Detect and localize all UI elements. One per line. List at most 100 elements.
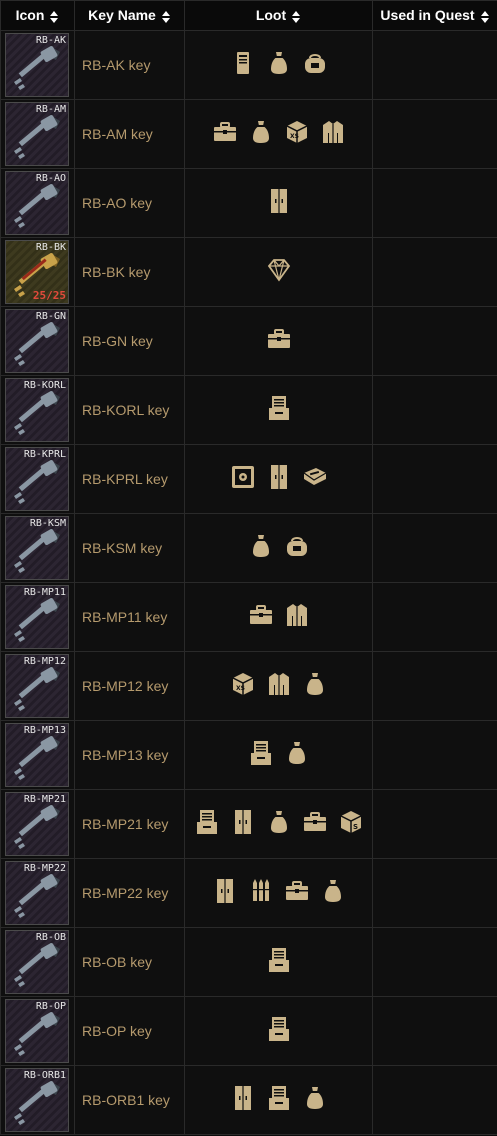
toolbox-icon[interactable] xyxy=(284,877,310,905)
file-cabinet-icon[interactable] xyxy=(266,946,292,974)
key-uses-badge: 25/25 xyxy=(32,289,66,302)
key-icon[interactable]: RB-OP xyxy=(5,999,69,1063)
used-in-quest-cell xyxy=(372,444,497,514)
key-icon[interactable]: RB-MP11 xyxy=(5,585,69,649)
sort-icon[interactable] xyxy=(50,10,59,24)
sort-icon[interactable] xyxy=(292,10,301,24)
header-loot[interactable]: Loot xyxy=(184,0,373,31)
file-cabinet-icon[interactable] xyxy=(194,808,220,836)
key-name-link[interactable]: RB-MP12 key xyxy=(74,651,185,721)
used-in-quest-cell xyxy=(372,720,497,790)
key-name-link[interactable]: RB-KORL key xyxy=(74,375,185,445)
key-icon[interactable]: RB-AM xyxy=(5,102,69,166)
key-name-link[interactable]: RB-GN key xyxy=(74,306,185,376)
key-icon-cell: RB-ORB1 xyxy=(0,1065,75,1135)
key-name-link[interactable]: RB-KPRL key xyxy=(74,444,185,514)
locker-icon[interactable] xyxy=(266,187,292,215)
toolbox-icon[interactable] xyxy=(248,601,274,629)
header-key-name[interactable]: Key Name xyxy=(74,0,185,31)
table-row: RB-MP22 RB-MP22 key xyxy=(0,858,497,928)
key-name-link[interactable]: RB-KSM key xyxy=(74,513,185,583)
key-icon[interactable]: RB-KSM xyxy=(5,516,69,580)
key-name-link[interactable]: RB-MP22 key xyxy=(74,858,185,928)
key-name-link[interactable]: RB-MP21 key xyxy=(74,789,185,859)
duffle-bag-icon[interactable] xyxy=(302,49,328,77)
weapon-box-icon[interactable] xyxy=(302,463,328,491)
header-icon[interactable]: Icon xyxy=(0,0,75,31)
loot-icon-list: S xyxy=(194,808,364,836)
key-icon[interactable]: RB-GN xyxy=(5,309,69,373)
diamond-icon[interactable] xyxy=(266,256,292,284)
sack-icon[interactable] xyxy=(284,739,310,767)
table-row: RB-MP11 RB-MP11 key xyxy=(0,582,497,652)
key-icon-cell: RB-MP12 xyxy=(0,651,75,721)
ammo-icon[interactable] xyxy=(248,877,274,905)
key-name-link[interactable]: RB-MP11 key xyxy=(74,582,185,652)
key-name-link[interactable]: RB-OB key xyxy=(74,927,185,997)
sack-icon[interactable] xyxy=(302,1084,328,1112)
key-code-label: RB-AO xyxy=(35,173,66,184)
sack-icon[interactable] xyxy=(266,808,292,836)
pc-tower-icon[interactable] xyxy=(230,49,256,77)
key-icon[interactable]: RB-AK xyxy=(5,33,69,97)
file-cabinet-icon[interactable] xyxy=(266,1015,292,1043)
jacket-icon[interactable] xyxy=(266,670,292,698)
locker-icon[interactable] xyxy=(230,1084,256,1112)
key-icon[interactable]: RB-AO xyxy=(5,171,69,235)
table-row: RB-MP12 RB-MP12 key XS xyxy=(0,651,497,721)
sort-icon[interactable] xyxy=(480,10,490,24)
sack-icon[interactable] xyxy=(248,532,274,560)
sack-icon[interactable] xyxy=(248,118,274,146)
key-icon-cell: RB-BK 25/25 xyxy=(0,237,75,307)
key-name-link[interactable]: RB-BK key xyxy=(74,237,185,307)
xs-crate-icon[interactable]: XS xyxy=(284,118,310,146)
key-icon[interactable]: RB-ORB1 xyxy=(5,1068,69,1132)
sack-icon[interactable] xyxy=(320,877,346,905)
key-icon[interactable]: RB-MP22 xyxy=(5,861,69,925)
key-icon[interactable]: RB-MP21 xyxy=(5,792,69,856)
key-icon[interactable]: RB-KORL xyxy=(5,378,69,442)
file-cabinet-icon[interactable] xyxy=(266,394,292,422)
jacket-icon[interactable] xyxy=(320,118,346,146)
locker-icon[interactable] xyxy=(230,808,256,836)
loot-icon-list: XS xyxy=(230,670,328,698)
key-icon-cell: RB-KORL xyxy=(0,375,75,445)
used-in-quest-cell xyxy=(372,375,497,445)
key-name-link[interactable]: RB-AO key xyxy=(74,168,185,238)
toolbox-icon[interactable] xyxy=(266,325,292,353)
loot-cell xyxy=(184,1065,373,1135)
key-name-link[interactable]: RB-ORB1 key xyxy=(74,1065,185,1135)
file-cabinet-icon[interactable] xyxy=(248,739,274,767)
s-crate-icon[interactable]: S xyxy=(338,808,364,836)
used-in-quest-cell xyxy=(372,513,497,583)
loot-cell xyxy=(184,582,373,652)
key-icon[interactable]: RB-KPRL xyxy=(5,447,69,511)
loot-cell xyxy=(184,30,373,100)
file-cabinet-icon[interactable] xyxy=(266,1084,292,1112)
locker-icon[interactable] xyxy=(266,463,292,491)
loot-cell xyxy=(184,927,373,997)
key-name-link[interactable]: RB-AM key xyxy=(74,99,185,169)
loot-cell: XS xyxy=(184,99,373,169)
svg-text:S: S xyxy=(353,823,358,831)
header-used-in-quest[interactable]: Used in Quest xyxy=(372,0,497,31)
loot-cell xyxy=(184,858,373,928)
duffle-bag-icon[interactable] xyxy=(284,532,310,560)
jacket-icon[interactable] xyxy=(284,601,310,629)
toolbox-icon[interactable] xyxy=(212,118,238,146)
sack-icon[interactable] xyxy=(302,670,328,698)
xs-crate-icon[interactable]: XS xyxy=(230,670,256,698)
toolbox-icon[interactable] xyxy=(302,808,328,836)
key-name-link[interactable]: RB-OP key xyxy=(74,996,185,1066)
key-name-link[interactable]: RB-AK key xyxy=(74,30,185,100)
locker-icon[interactable] xyxy=(212,877,238,905)
key-icon[interactable]: RB-MP12 xyxy=(5,654,69,718)
key-icon[interactable]: RB-OB xyxy=(5,930,69,994)
key-icon[interactable]: RB-BK 25/25 xyxy=(5,240,69,304)
key-name-link[interactable]: RB-MP13 key xyxy=(74,720,185,790)
key-icon[interactable]: RB-MP13 xyxy=(5,723,69,787)
sort-icon[interactable] xyxy=(161,10,171,24)
key-code-label: RB-OB xyxy=(35,932,66,943)
sack-icon[interactable] xyxy=(266,49,292,77)
safe-icon[interactable] xyxy=(230,463,256,491)
